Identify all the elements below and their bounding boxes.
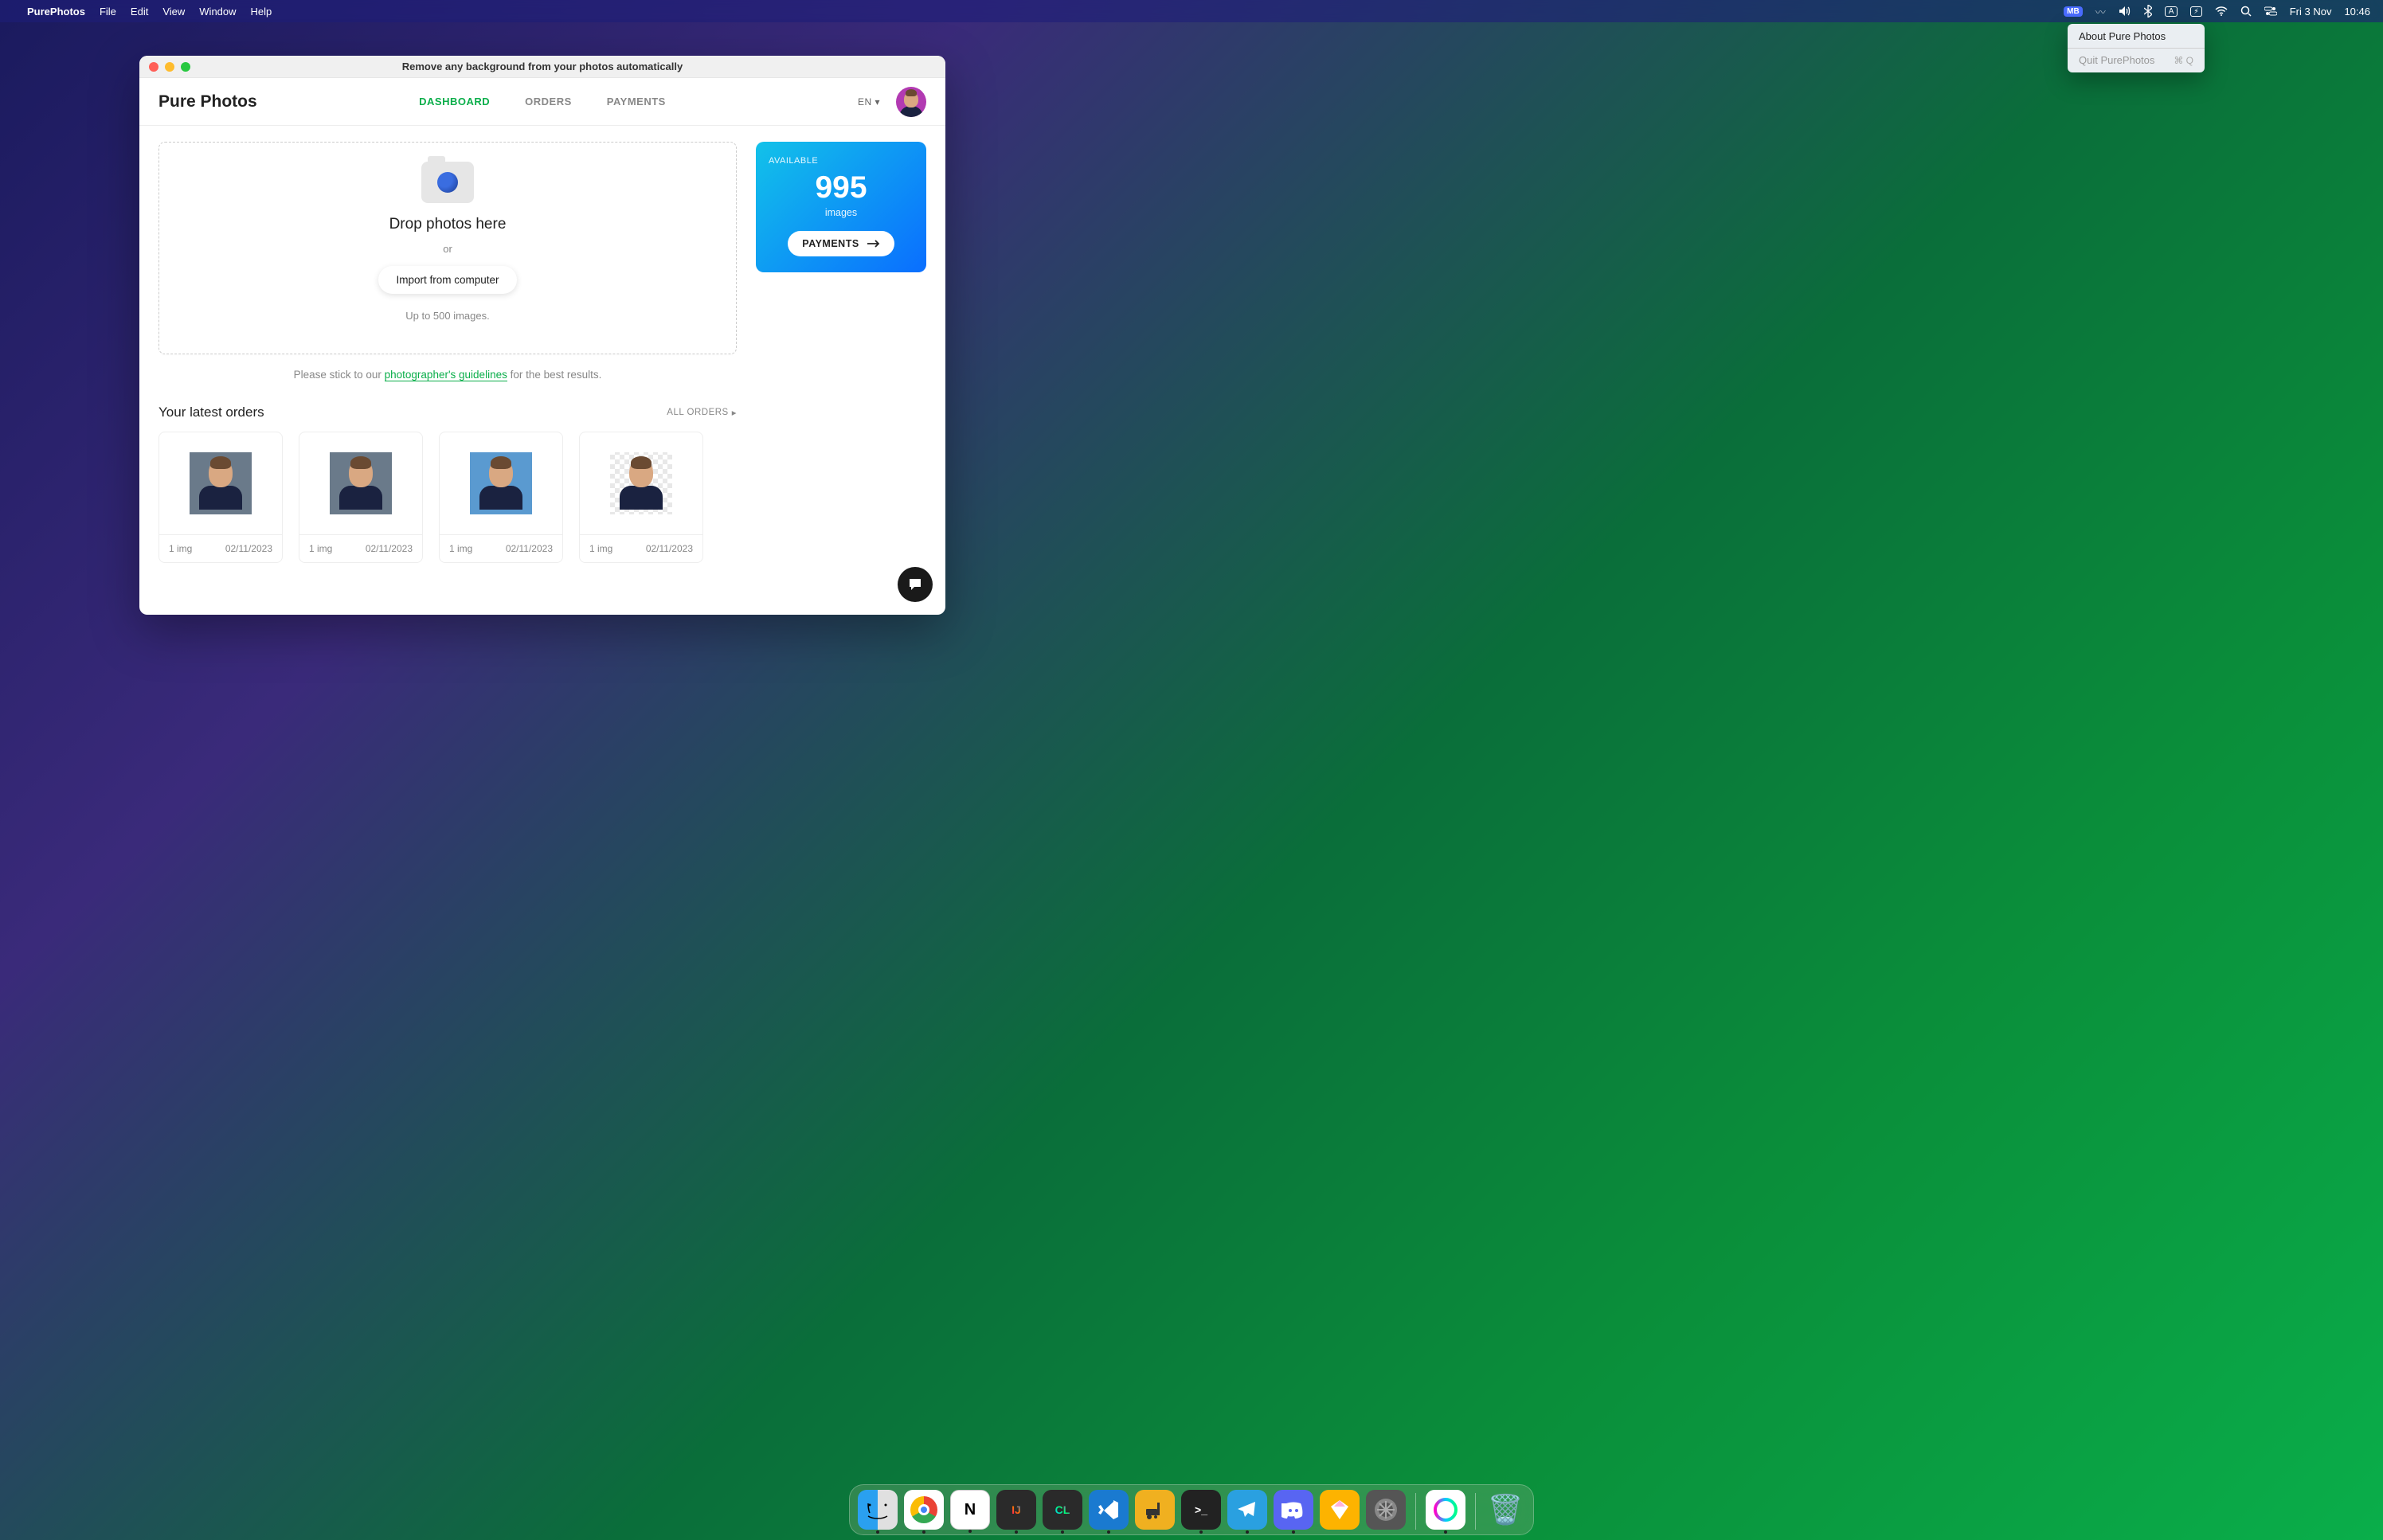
order-count: 1 img	[309, 543, 332, 554]
brand-title: Pure Photos	[158, 92, 257, 111]
window-minimize-button[interactable]	[165, 62, 174, 72]
dock-finder[interactable]	[858, 1490, 898, 1530]
quit-shortcut: ⌘ Q	[2174, 55, 2193, 66]
volume-icon[interactable]	[2119, 6, 2131, 17]
camera-icon	[421, 162, 474, 203]
control-center-icon[interactable]	[2264, 6, 2277, 16]
dock-settings[interactable]	[1366, 1490, 1406, 1530]
arrow-right-icon	[867, 240, 880, 248]
window-titlebar[interactable]: Remove any background from your photos a…	[139, 56, 945, 78]
window-menu[interactable]: Window	[199, 6, 236, 18]
tray-app-icon[interactable]: MB	[2064, 6, 2083, 17]
dock-purephotos[interactable]	[1426, 1490, 1465, 1530]
order-date: 02/11/2023	[646, 543, 693, 554]
spotlight-icon[interactable]	[2240, 6, 2252, 17]
order-date: 02/11/2023	[506, 543, 553, 554]
dropzone-or: or	[175, 243, 720, 255]
language-label: EN	[858, 96, 872, 107]
order-count: 1 img	[169, 543, 192, 554]
window-title: Remove any background from your photos a…	[139, 61, 945, 72]
user-avatar[interactable]	[896, 87, 926, 117]
all-orders-link[interactable]: ALL ORDERS ▸	[667, 407, 737, 418]
order-count: 1 img	[449, 543, 472, 554]
macos-menubar: PurePhotos File Edit View Window Help MB…	[0, 0, 2383, 22]
language-selector[interactable]: EN ▾	[858, 96, 880, 107]
available-label: AVAILABLE	[769, 156, 914, 166]
dock-separator	[1475, 1493, 1476, 1530]
tray-app-dropdown: About Pure Photos Quit PurePhotos ⌘ Q	[2068, 24, 2205, 72]
menubar-date[interactable]: Fri 3 Nov	[2290, 6, 2332, 18]
dropzone-limit: Up to 500 images.	[175, 310, 720, 322]
dock-discord[interactable]	[1274, 1490, 1313, 1530]
orders-grid: 1 img 02/11/2023 1 img 02/11/2023 1 img 02/…	[158, 432, 737, 563]
dock-terminal[interactable]: >_	[1181, 1490, 1221, 1530]
payments-button-label: PAYMENTS	[802, 238, 859, 249]
dock-separator	[1415, 1493, 1416, 1530]
dock-chrome[interactable]	[904, 1490, 944, 1530]
guidelines-suffix: for the best results.	[507, 369, 602, 381]
dock-clion[interactable]: CL	[1043, 1490, 1082, 1530]
dock-intellij[interactable]: IJ	[996, 1490, 1036, 1530]
quit-label: Quit PurePhotos	[2079, 54, 2154, 66]
wifi-icon[interactable]	[2215, 6, 2228, 16]
available-unit: images	[769, 207, 914, 218]
app-menu[interactable]: PurePhotos	[27, 6, 85, 18]
window-maximize-button[interactable]	[181, 62, 190, 72]
bluetooth-icon[interactable]	[2144, 5, 2152, 18]
chat-widget-button[interactable]	[898, 567, 933, 602]
available-card: AVAILABLE 995 images PAYMENTS	[756, 142, 926, 272]
order-card[interactable]: 1 img 02/11/2023	[579, 432, 703, 563]
about-menu-item[interactable]: About Pure Photos	[2068, 27, 2205, 45]
available-count: 995	[769, 170, 914, 205]
order-card[interactable]: 1 img 02/11/2023	[439, 432, 563, 563]
order-card[interactable]: 1 img 02/11/2023	[158, 432, 283, 563]
dock-sketch[interactable]	[1320, 1490, 1360, 1530]
all-orders-label: ALL ORDERS	[667, 408, 728, 417]
import-button[interactable]: Import from computer	[378, 266, 516, 294]
edit-menu[interactable]: Edit	[131, 6, 148, 18]
tab-dashboard[interactable]: DASHBOARD	[419, 96, 490, 107]
payments-button[interactable]: PAYMENTS	[788, 231, 894, 256]
order-date: 02/11/2023	[225, 543, 272, 554]
latest-orders-title: Your latest orders	[158, 405, 264, 420]
guidelines-text: Please stick to our photographer's guide…	[158, 369, 737, 381]
input-source-icon[interactable]: A	[2165, 6, 2178, 17]
menu-separator	[2068, 48, 2205, 49]
tray-unknown-icon[interactable]: 〰	[2095, 4, 2106, 19]
window-close-button[interactable]	[149, 62, 158, 72]
dock-forklift[interactable]	[1135, 1490, 1175, 1530]
battery-icon[interactable]: ⚡︎	[2190, 6, 2201, 17]
quit-menu-item[interactable]: Quit PurePhotos ⌘ Q	[2068, 51, 2205, 69]
order-date: 02/11/2023	[366, 543, 413, 554]
app-window: Remove any background from your photos a…	[139, 56, 945, 615]
order-count: 1 img	[589, 543, 612, 554]
tab-orders[interactable]: ORDERS	[525, 96, 572, 107]
photo-dropzone[interactable]: Drop photos here or Import from computer…	[158, 142, 737, 354]
tab-payments[interactable]: PAYMENTS	[607, 96, 666, 107]
file-menu[interactable]: File	[100, 6, 116, 18]
dock-trash[interactable]: 🗑️	[1485, 1490, 1525, 1530]
dropzone-title: Drop photos here	[175, 216, 720, 233]
guidelines-prefix: Please stick to our	[294, 369, 385, 381]
menubar-time[interactable]: 10:46	[2344, 6, 2370, 18]
about-label: About Pure Photos	[2079, 30, 2166, 42]
order-card[interactable]: 1 img 02/11/2023	[299, 432, 423, 563]
macos-dock: N IJ CL >_ 🗑️	[849, 1484, 1534, 1535]
dock-vscode[interactable]	[1089, 1490, 1129, 1530]
dock-telegram[interactable]	[1227, 1490, 1267, 1530]
chevron-right-icon: ▸	[732, 407, 737, 418]
help-menu[interactable]: Help	[251, 6, 272, 18]
guidelines-link[interactable]: photographer's guidelines	[385, 369, 507, 381]
app-header: Pure Photos DASHBOARD ORDERS PAYMENTS EN…	[139, 78, 945, 126]
view-menu[interactable]: View	[162, 6, 185, 18]
dock-notion[interactable]: N	[950, 1490, 990, 1530]
